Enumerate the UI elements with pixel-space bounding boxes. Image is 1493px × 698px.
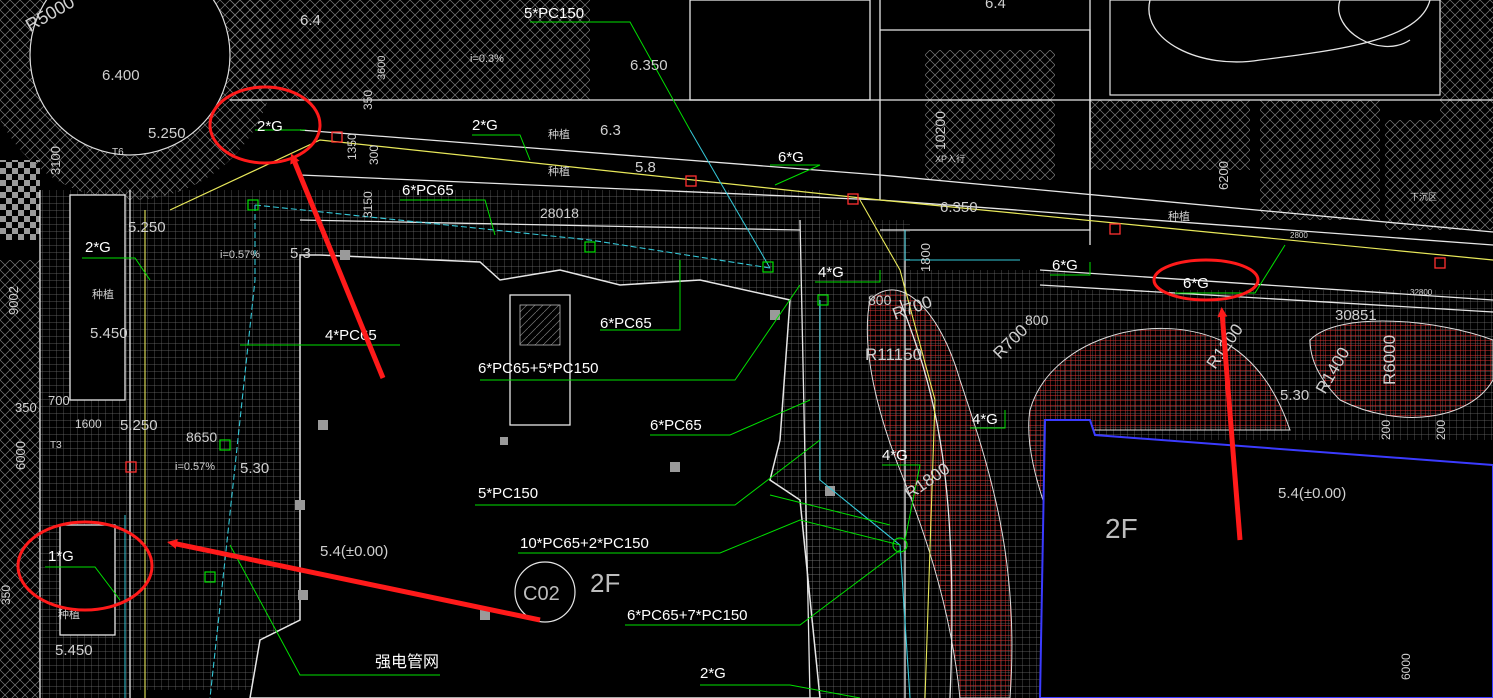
right-planter-hatch: [1260, 100, 1380, 220]
top-right-planter-hatch: [1440, 0, 1493, 120]
area-label: 下沉区: [1410, 192, 1437, 202]
cable-label: 2*G: [257, 118, 283, 135]
cable-label: 6*G: [1183, 275, 1209, 292]
dimension-label: 350: [15, 400, 37, 415]
cable-label: 6*G: [778, 149, 804, 166]
dimension-label: 6000: [1399, 653, 1413, 680]
elevation-label: 5.450: [90, 325, 128, 342]
elevation-label: 5.250: [128, 219, 166, 236]
cable-label: 6*PC65: [600, 315, 652, 332]
cable-label: 1*G: [48, 548, 74, 565]
elevation-label: 6.350: [630, 57, 668, 74]
dimension-label: 200: [1379, 420, 1393, 440]
room-label: 2F: [1105, 513, 1138, 544]
dimension-label: 800: [868, 292, 892, 308]
checker-paving: [0, 160, 40, 240]
plant-label: 种植: [548, 127, 570, 141]
dimension-label: 1350: [345, 133, 359, 160]
cable-label: 6*PC65+5*PC150: [478, 360, 599, 377]
dimension-label: 700: [48, 393, 70, 408]
cable-label: 6*PC65: [650, 417, 702, 434]
dimension-label: 3600: [376, 56, 388, 80]
dimension-label: 6000: [13, 441, 28, 470]
elevation-label: 6.3: [600, 122, 621, 139]
dimension-label: 350: [361, 90, 375, 110]
cable-label: 4*G: [818, 264, 844, 281]
elevation-label: 5.30: [1280, 387, 1309, 404]
elevation-label: 5.8: [635, 159, 656, 176]
cable-label: 2*G: [472, 117, 498, 134]
dimension-label: 30851: [1335, 307, 1377, 324]
dimension-label: 6.4: [985, 0, 1006, 12]
cable-label: 5*PC150: [478, 485, 538, 502]
top-right-walkway-hatch: [1090, 100, 1250, 170]
building-2f-right: [1038, 419, 1493, 698]
dimension-label: 32800: [1410, 288, 1433, 297]
dimension-label: 350: [0, 585, 13, 605]
dimension-label: 9002: [6, 286, 21, 315]
plant-label: 种植: [92, 287, 114, 301]
area-label: XP入行: [935, 153, 965, 164]
cad-drawing-canvas: 6.400 5.250 6.350 6.3 5.8 6.350 5.250 5.…: [0, 0, 1493, 698]
slope-label: i=0.3%: [470, 53, 504, 65]
cable-label: 2*G: [85, 239, 111, 256]
room-tag: C02: [523, 583, 560, 605]
room-label: T6: [112, 147, 124, 158]
cable-label: 4*G: [882, 447, 908, 464]
radius-label: R6000: [1380, 335, 1399, 385]
dimension-label: 8650: [186, 429, 217, 445]
elevation-label: 5.450: [55, 642, 93, 659]
left-edge-hatch: [0, 260, 40, 698]
dimension-label: 2800: [1290, 231, 1308, 240]
cable-label: 2*G: [700, 665, 726, 682]
radius-label: R11150: [865, 345, 922, 364]
room-label: T3: [50, 440, 62, 451]
elevation-label: 5.30: [240, 460, 269, 477]
dimension-label: 200: [1434, 420, 1448, 440]
dimension-label: 6.4: [300, 12, 321, 29]
elevation-label: 5.3: [290, 245, 311, 262]
dimension-label: 1800: [918, 243, 933, 272]
elevation-label: 6.400: [102, 67, 140, 84]
elevation-label: 6.350: [940, 199, 978, 216]
elevation-label: 5.4(±0.00): [320, 543, 388, 560]
cable-label: 强电管网: [375, 653, 439, 671]
room-label: 2F: [590, 568, 620, 598]
far-right-planter-hatch: [1385, 120, 1493, 230]
cable-label: 6*PC65: [402, 182, 454, 199]
dimension-label: 300: [367, 145, 381, 165]
cable-label: 5*PC150: [524, 5, 584, 22]
elevation-label: 5.250: [148, 125, 186, 142]
dimension-label: 10200: [932, 111, 948, 150]
dimension-label: 800: [1025, 312, 1049, 328]
elevation-label: 5.4(±0.00): [1278, 485, 1346, 502]
slope-label: i=0.57%: [220, 249, 260, 261]
dimension-label: 28018: [540, 205, 579, 221]
slope-label: i=0.57%: [175, 461, 215, 473]
dimension-label: 6200: [1216, 161, 1231, 190]
top-right-lawn: [1109, 0, 1441, 96]
dimension-label: 3150: [361, 191, 375, 218]
dimension-label: 3100: [48, 146, 63, 175]
cable-label: 4*G: [972, 411, 998, 428]
elevation-label: 5.250: [120, 417, 158, 434]
cable-label: 10*PC65+2*PC150: [520, 535, 649, 552]
top-building-block: [689, 0, 871, 101]
stair-treads: [519, 304, 561, 346]
dimension-label: 1600: [75, 417, 102, 431]
cable-label: 6*PC65+7*PC150: [627, 607, 748, 624]
cable-label: 6*G: [1052, 257, 1078, 274]
plant-label: 种植: [548, 164, 570, 178]
plant-label: 种植: [1168, 209, 1190, 223]
